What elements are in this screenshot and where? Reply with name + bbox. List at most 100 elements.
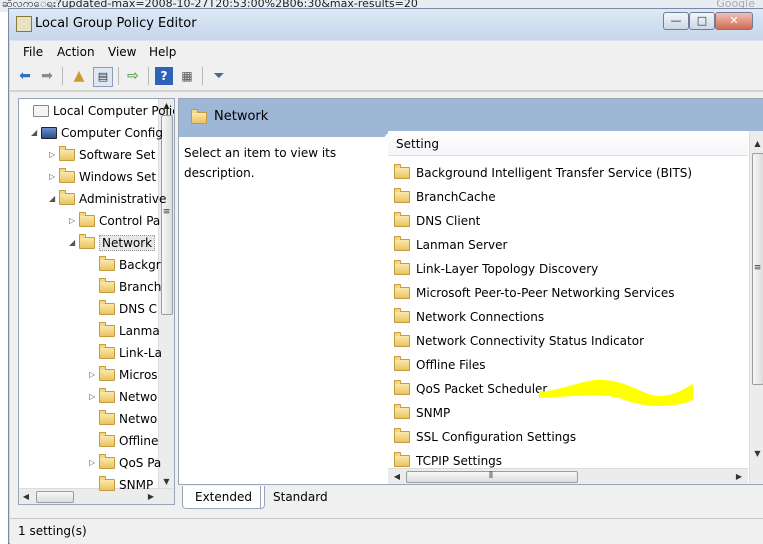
tree-item-label: Link-La xyxy=(119,346,162,360)
tree-item-label: Netwo xyxy=(119,412,158,426)
folder-icon xyxy=(394,308,410,323)
column-header-setting[interactable]: Setting xyxy=(388,133,748,156)
tree-item[interactable]: ◢ Administrative xyxy=(49,189,166,209)
expand-toggle-icon[interactable]: ▷ xyxy=(49,167,59,187)
tree-item-label: Offline xyxy=(119,434,159,448)
tree-item-label: Administrative xyxy=(79,192,167,206)
settings-item-label: SNMP xyxy=(416,406,451,420)
scroll-up-arrow-icon[interactable]: ▲ xyxy=(750,137,763,151)
tree-item-label: DNS C xyxy=(119,302,158,316)
tree-item-label: Backgr xyxy=(119,258,161,272)
back-icon[interactable]: ⬅ xyxy=(16,67,34,85)
folder-icon xyxy=(99,344,115,359)
settings-list-item[interactable]: QoS Packet Scheduler xyxy=(394,377,547,401)
scroll-down-arrow-icon[interactable]: ▼ xyxy=(750,447,763,461)
scroll-thumb[interactable] xyxy=(36,491,74,503)
expand-toggle-icon[interactable]: ▷ xyxy=(89,365,99,385)
folder-icon xyxy=(99,410,115,425)
folder-icon xyxy=(99,454,115,469)
folder-icon xyxy=(394,356,410,371)
settings-item-label: QoS Packet Scheduler xyxy=(416,382,548,396)
tree-item[interactable]: Local Computer Polic xyxy=(23,101,174,121)
toolbar-separator xyxy=(202,67,203,85)
tree-item[interactable]: ◢ Network xyxy=(69,233,156,253)
folder-icon xyxy=(99,388,115,403)
tree-item[interactable]: Branch xyxy=(89,277,161,297)
menu-file[interactable]: File xyxy=(23,45,43,59)
menu-action[interactable]: Action xyxy=(57,45,95,59)
tree-item[interactable]: ▷ Netwo xyxy=(89,387,157,407)
settings-list-item[interactable]: Offline Files xyxy=(394,353,486,377)
folder-icon xyxy=(59,146,75,161)
settings-list-item[interactable]: SNMP xyxy=(394,401,450,425)
folder-icon xyxy=(99,476,115,491)
settings-list-item[interactable]: Link-Layer Topology Discovery xyxy=(394,257,598,281)
menu-help[interactable]: Help xyxy=(149,45,176,59)
tab-standard[interactable]: Standard xyxy=(260,486,340,508)
maximize-button[interactable]: □ xyxy=(689,12,715,30)
settings-list-item[interactable]: Network Connectivity Status Indicator xyxy=(394,329,644,353)
show-hide-tree-icon[interactable]: ▤ xyxy=(93,67,113,87)
expand-toggle-icon[interactable]: ◢ xyxy=(69,233,79,253)
expand-toggle-icon[interactable]: ▷ xyxy=(69,211,79,231)
tree-item-label: Netwo xyxy=(119,390,158,404)
toolbar-separator xyxy=(148,67,149,85)
settings-list-item[interactable]: Network Connections xyxy=(394,305,544,329)
folder-icon xyxy=(99,366,115,381)
status-bar: 1 setting(s) xyxy=(10,518,763,544)
settings-list-item[interactable]: DNS Client xyxy=(394,209,480,233)
folder-icon xyxy=(394,332,410,347)
tree-item[interactable]: Backgr xyxy=(89,255,161,275)
help-icon[interactable]: ? xyxy=(155,67,173,85)
tree-item[interactable]: ◢ Computer Config xyxy=(31,123,163,143)
expand-toggle-icon[interactable]: ▷ xyxy=(89,387,99,407)
tree-item[interactable]: ▷ QoS Pa xyxy=(89,453,161,473)
settings-list-item[interactable]: BranchCache xyxy=(394,185,496,209)
expand-toggle-icon[interactable]: ▷ xyxy=(49,145,59,165)
folder-icon xyxy=(99,300,115,315)
export-list-icon[interactable]: ⇨ xyxy=(124,67,142,85)
tree-item[interactable]: ▷ Windows Set xyxy=(49,167,156,187)
title-bar[interactable]: Local Group Policy Editor — □ ✕ xyxy=(9,9,763,39)
tree-item[interactable]: SNMP xyxy=(89,475,153,495)
forward-icon[interactable]: ➡ xyxy=(38,67,56,85)
scroll-right-arrow-icon[interactable]: ▶ xyxy=(732,469,746,484)
settings-item-label: TCPIP Settings xyxy=(416,454,503,468)
tree-item[interactable]: Offline xyxy=(89,431,158,451)
up-icon[interactable]: ▲ xyxy=(70,67,88,85)
settings-item-label: Network Connectivity Status Indicator xyxy=(416,334,645,348)
properties-icon[interactable]: ▦ xyxy=(178,67,196,85)
tree-item[interactable]: ▷ Control Pa xyxy=(69,211,160,231)
close-button[interactable]: ✕ xyxy=(715,12,753,30)
settings-list-item[interactable]: SSL Configuration Settings xyxy=(394,425,576,449)
scroll-left-arrow-icon[interactable]: ◀ xyxy=(390,469,404,484)
tree-item[interactable]: ▷ Micros xyxy=(89,365,158,385)
tree-item[interactable]: DNS C xyxy=(89,299,157,319)
details-pane: Network Select an item to view its descr… xyxy=(178,98,763,485)
navigation-tree: ▲ ≡ ▼ ◀ ▶ Local Computer Polic ◢ Computer … xyxy=(18,98,175,505)
folder-icon xyxy=(394,188,410,203)
tree-item[interactable]: Netwo xyxy=(89,409,157,429)
list-vertical-scrollbar[interactable]: ▲ ≡ ▼ xyxy=(749,131,763,484)
tree-item[interactable]: ▷ Software Set xyxy=(49,145,155,165)
scroll-left-arrow-icon[interactable]: ◀ xyxy=(19,489,33,504)
folder-icon xyxy=(394,260,410,275)
settings-item-label: Background Intelligent Transfer Service … xyxy=(416,166,693,180)
toolbar-separator xyxy=(118,67,119,85)
scroll-down-arrow-icon[interactable]: ▼ xyxy=(159,475,174,489)
settings-list-item[interactable]: Lanman Server xyxy=(394,233,507,257)
expand-toggle-icon[interactable]: ▷ xyxy=(89,453,99,473)
menu-view[interactable]: View xyxy=(108,45,136,59)
expand-toggle-icon[interactable]: ◢ xyxy=(31,123,41,143)
tab-extended[interactable]: Extended xyxy=(182,486,265,509)
filter-icon[interactable]: ⏷ xyxy=(210,67,228,85)
expand-toggle-icon[interactable]: ◢ xyxy=(49,189,59,209)
settings-list-item[interactable]: Microsoft Peer-to-Peer Networking Servic… xyxy=(394,281,675,305)
tree-item[interactable]: Link-La xyxy=(89,343,162,363)
settings-list-item[interactable]: Background Intelligent Transfer Service … xyxy=(394,161,692,185)
minimize-button[interactable]: — xyxy=(663,12,689,30)
list-horizontal-scrollbar[interactable]: ◀ ⦀ ▶ xyxy=(388,468,748,484)
tree-item-label: Branch xyxy=(119,280,162,294)
client-area: ▲ ≡ ▼ ◀ ▶ Local Computer Polic ◢ Computer … xyxy=(10,92,763,518)
tree-item[interactable]: Lanma xyxy=(89,321,160,341)
